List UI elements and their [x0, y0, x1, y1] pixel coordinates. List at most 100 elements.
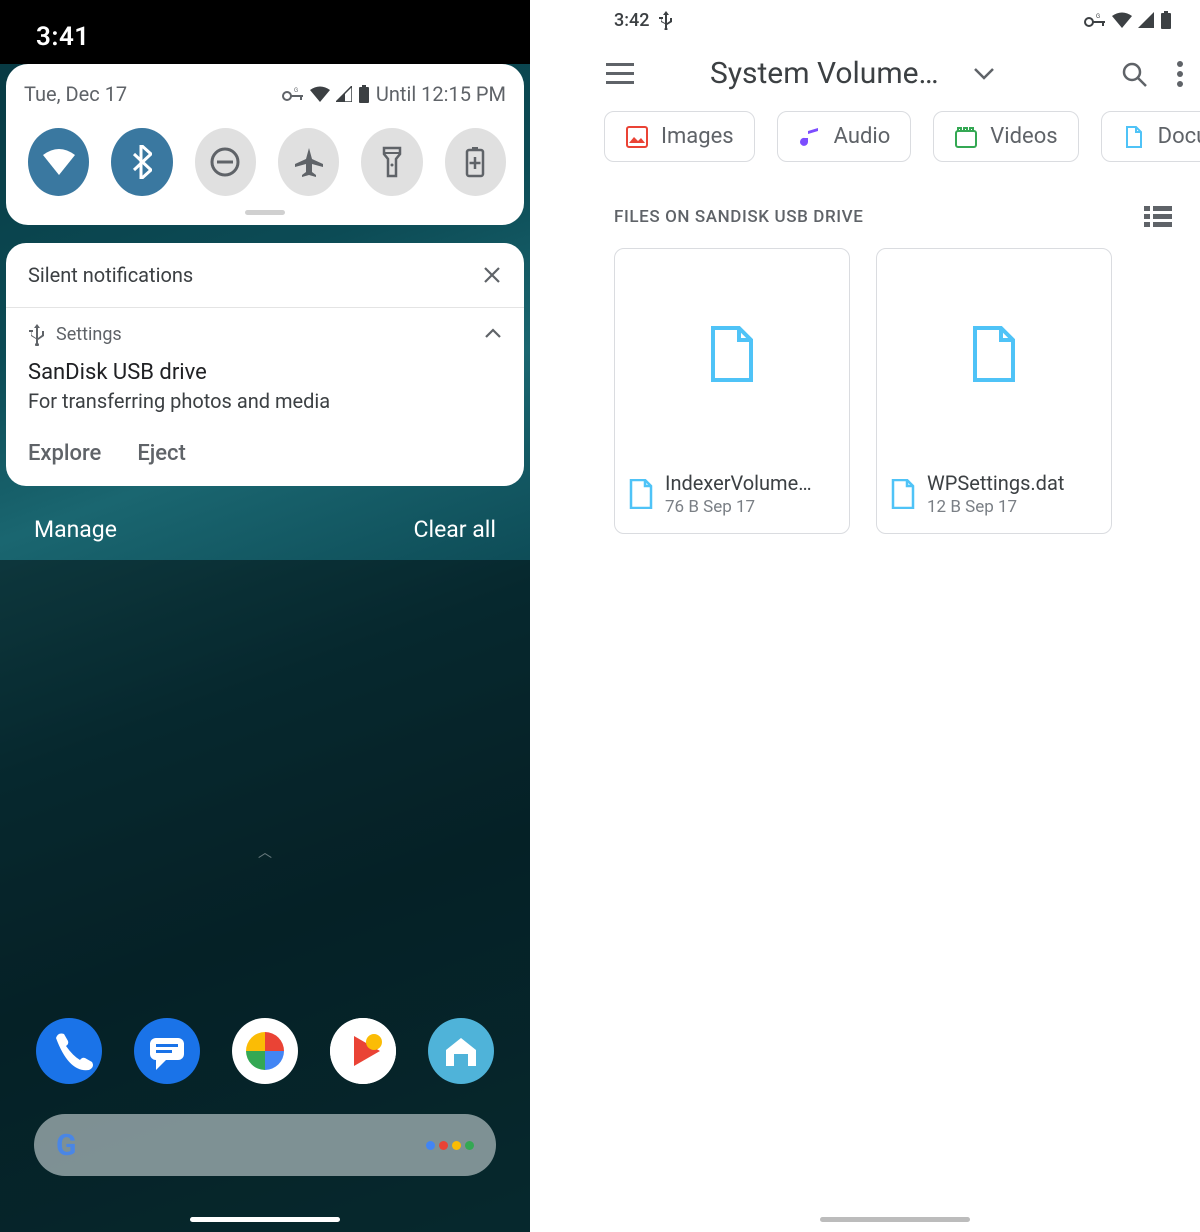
file-card[interactable]: IndexerVolume… 76 B Sep 17: [614, 248, 850, 534]
file-icon: [971, 326, 1017, 382]
documents-icon: [1122, 125, 1146, 149]
battery-saver-icon: [465, 146, 485, 178]
bluetooth-icon: [132, 145, 152, 179]
dock-phone-app[interactable]: [36, 1018, 102, 1084]
notification-title: SanDisk USB drive: [28, 360, 502, 385]
dock-play-app[interactable]: [330, 1018, 396, 1084]
file-icon: [709, 326, 755, 382]
app-bar: System Volume…: [590, 40, 1200, 107]
google-logo-icon: G: [56, 1128, 76, 1163]
cell-status-icon: [1138, 12, 1154, 28]
chip-videos-label: Videos: [990, 124, 1057, 149]
explore-button[interactable]: Explore: [28, 441, 101, 466]
search-bar[interactable]: G: [34, 1114, 496, 1176]
section-header: FILES ON SANDISK USB DRIVE: [590, 176, 1200, 242]
notification-card[interactable]: Silent notifications Settings SanDisk US…: [6, 243, 524, 486]
dock-photos-app[interactable]: [232, 1018, 298, 1084]
qs-tile-battery-saver[interactable]: [445, 128, 506, 196]
qs-tile-flashlight[interactable]: [361, 128, 422, 196]
section-label: FILES ON SANDISK USB DRIVE: [614, 207, 863, 227]
file-info: 76 B Sep 17: [665, 497, 812, 517]
right-screenshot: 3:42 G System Volume… Images Audio: [590, 0, 1200, 1232]
usb-status-icon: [659, 10, 673, 30]
photos-icon: [232, 1018, 298, 1084]
notification-actions: Explore Eject: [6, 429, 524, 486]
qs-tiles-row: [24, 128, 506, 196]
qs-expand-handle[interactable]: [245, 210, 285, 215]
alarm-until-text: Until 12:15 PM: [376, 82, 506, 106]
home-icon: [428, 1018, 494, 1084]
manage-button[interactable]: Manage: [34, 516, 117, 543]
status-bar-right: 3:42 G: [590, 0, 1200, 40]
close-icon[interactable]: [482, 265, 502, 285]
filter-chips-row[interactable]: Images Audio Videos Docu: [590, 107, 1200, 176]
notification-description: For transferring photos and media: [28, 389, 502, 413]
phone-icon: [36, 1018, 102, 1084]
notification-source-row: Settings: [28, 322, 502, 346]
eject-button[interactable]: Eject: [137, 441, 186, 466]
qs-tile-airplane[interactable]: [278, 128, 339, 196]
chip-documents[interactable]: Docu: [1101, 111, 1200, 162]
qs-date: Tue, Dec 17: [24, 82, 127, 106]
usb-icon: [28, 322, 46, 346]
chip-audio-label: Audio: [834, 124, 891, 149]
qs-status-icons: G Until 12:15 PM: [282, 82, 506, 106]
nav-pill[interactable]: [820, 1217, 970, 1222]
left-screenshot: 3:41 Tue, Dec 17 G Until 12:15 PM: [0, 0, 530, 1232]
chip-audio[interactable]: Audio: [777, 111, 912, 162]
images-icon: [625, 125, 649, 149]
dock-home-app[interactable]: [428, 1018, 494, 1084]
file-name: IndexerVolume…: [665, 471, 812, 495]
qs-tile-bluetooth[interactable]: [111, 128, 172, 196]
notification-source: Settings: [56, 324, 122, 345]
silent-notifications-header: Silent notifications: [6, 243, 524, 308]
file-card[interactable]: WPSettings.dat 12 B Sep 17: [876, 248, 1112, 534]
status-time-right: 3:42: [614, 10, 649, 31]
audio-icon: [798, 125, 822, 149]
vpn-key-icon: G: [282, 87, 304, 101]
app-drawer-hint-icon: ︿: [258, 842, 272, 862]
messages-icon: [134, 1018, 200, 1084]
shade-footer: Manage Clear all: [0, 516, 530, 543]
battery-status-icon: [358, 85, 370, 103]
screenshot-separator: [530, 0, 590, 1232]
chevron-down-icon[interactable]: [973, 67, 995, 81]
chevron-up-icon[interactable]: [484, 328, 502, 340]
file-info: 12 B Sep 17: [927, 497, 1064, 517]
file-name: WPSettings.dat: [927, 471, 1064, 495]
videos-icon: [954, 125, 978, 149]
dnd-icon: [208, 145, 242, 179]
notification-body: Settings SanDisk USB drive For transferr…: [6, 308, 524, 429]
qs-tile-wifi[interactable]: [28, 128, 89, 196]
cell-status-icon: [336, 86, 352, 102]
chip-videos[interactable]: Videos: [933, 111, 1078, 162]
hamburger-menu-icon[interactable]: [606, 63, 634, 85]
chip-documents-label: Docu: [1158, 124, 1200, 149]
svg-text:G: G: [294, 87, 298, 94]
file-thumbnail: [877, 249, 1111, 459]
dock-messages-app[interactable]: [134, 1018, 200, 1084]
qs-tile-dnd[interactable]: [195, 128, 256, 196]
file-small-icon: [891, 479, 915, 509]
wifi-status-icon: [310, 86, 330, 102]
vpn-key-icon: G: [1084, 13, 1106, 27]
wifi-status-icon: [1112, 12, 1132, 28]
assistant-icon[interactable]: [426, 1141, 474, 1150]
gesture-nav-pill[interactable]: [190, 1217, 340, 1222]
dock: [0, 1018, 530, 1084]
status-time-left: 3:41: [36, 22, 90, 52]
qs-header: Tue, Dec 17 G Until 12:15 PM: [24, 82, 506, 106]
search-icon[interactable]: [1120, 60, 1148, 88]
clear-all-button[interactable]: Clear all: [414, 516, 496, 543]
file-small-icon: [629, 479, 653, 509]
chip-images[interactable]: Images: [604, 111, 755, 162]
appbar-title[interactable]: System Volume…: [710, 56, 939, 91]
battery-status-icon: [1160, 11, 1172, 29]
file-thumbnail: [615, 249, 849, 459]
airplane-icon: [293, 146, 325, 178]
list-view-toggle-icon[interactable]: [1144, 206, 1172, 228]
chip-images-label: Images: [661, 124, 734, 149]
overflow-menu-icon[interactable]: [1176, 60, 1184, 88]
flashlight-icon: [382, 146, 402, 178]
wifi-icon: [41, 147, 77, 177]
